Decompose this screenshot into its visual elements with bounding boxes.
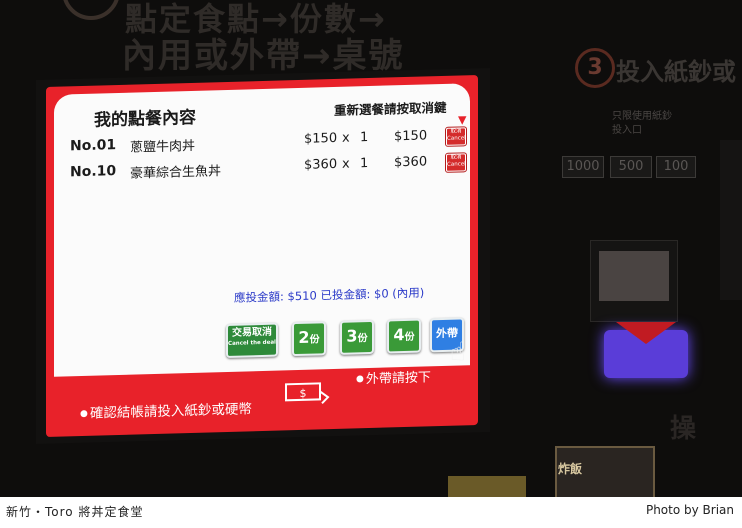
photo-caption: 新竹・Toro 將丼定食堂: [6, 505, 144, 519]
ticket-outlet: [448, 476, 526, 497]
machine-side-strip: [720, 140, 742, 300]
bill-slot-label-line-2: 投入口: [612, 125, 642, 136]
takeout-hint: ● 外帶請按下: [356, 366, 431, 387]
order-number: No.01: [70, 137, 117, 155]
bill-slot-window: [599, 251, 669, 301]
fried-rice-label: 炸飯: [558, 462, 583, 476]
insert-arrow-icon: [616, 322, 676, 344]
qty-2-button[interactable]: 2份: [292, 321, 326, 357]
reselect-hint: 重新選餐請按取消鍵: [334, 99, 447, 118]
order-qty: 1: [360, 156, 369, 172]
order-price: $360: [304, 156, 338, 173]
qty-3-number: 3: [346, 326, 358, 346]
bill-slot: [590, 240, 678, 322]
qty-4-button[interactable]: 4份: [387, 318, 421, 354]
dine-mode: (內用): [392, 285, 425, 301]
bullet-icon: ●: [80, 408, 88, 420]
cancel-item-label-en: Cancel: [447, 161, 466, 168]
order-name: 蔥鹽牛肉丼: [130, 138, 196, 156]
bill-slot-label: 只限使用紙鈔 投入口: [612, 110, 672, 138]
amount-line: 應投金額: $510 已投金額: $0 (內用): [234, 284, 424, 305]
bill-1000: 1000: [562, 156, 604, 178]
order-qty: 1: [360, 130, 369, 146]
qty-unit: 份: [357, 333, 368, 345]
amount-paid-label: 已投金額:: [320, 286, 371, 303]
cancel-deal-button[interactable]: 交易取消 Cancel the deal: [226, 322, 278, 359]
kiosk-screen: 我的點餐內容 重新選餐請按取消鍵 ▼ No.01 蔥鹽牛肉丼 $150 x 1 …: [46, 74, 478, 438]
confirm-hint-text: 確認結帳請投入紙鈔或硬幣: [89, 401, 252, 422]
order-multiply: x: [342, 156, 350, 172]
qty-4-number: 4: [393, 325, 405, 345]
step-3-circle: 3: [575, 48, 615, 88]
svg-text:$: $: [300, 387, 307, 400]
qty-2-number: 2: [298, 327, 310, 347]
photo-credit: Photo by Brian: [645, 503, 734, 517]
step-2-circle: [62, 0, 120, 20]
order-number: No.10: [70, 163, 117, 181]
qty-3-button[interactable]: 3份: [340, 319, 374, 355]
takeout-hint-text: 外帶請按下: [365, 370, 431, 388]
instruction-band: ● 外帶請按下 $ ● 確認結帳請投入紙鈔或硬幣: [54, 365, 470, 437]
bullet-icon: ●: [356, 374, 364, 385]
signage-step-4: 操: [670, 414, 697, 444]
order-name: 豪華綜合生魚丼: [130, 164, 222, 182]
cancel-item-label-en: Cancel: [447, 135, 466, 142]
order-title: 我的點餐內容: [94, 107, 196, 131]
order-total: $360: [394, 154, 428, 171]
cancel-item-button[interactable]: 取消 Cancel: [446, 127, 466, 146]
bill-500: 500: [610, 156, 652, 178]
signage-line-2: 內用或外帶→桌號: [122, 36, 405, 76]
order-price: $150: [304, 130, 338, 147]
qty-unit: 份: [404, 331, 415, 344]
hand-pointer-icon: ☝: [450, 337, 466, 368]
signage-step-3: 投入紙鈔或: [616, 58, 736, 86]
bill-slot-label-line-1: 只限使用紙鈔: [612, 111, 672, 122]
amount-due-label: 應投金額:: [234, 289, 284, 305]
cancel-deal-label-en: Cancel the deal: [228, 339, 276, 347]
order-total: $150: [394, 128, 428, 145]
cancel-deal-label: 交易取消: [232, 326, 272, 339]
amount-due: $510: [287, 288, 317, 304]
cancel-item-button[interactable]: 取消 Cancel: [446, 153, 466, 172]
bill-100: 100: [656, 156, 696, 178]
confirm-hint: ● 確認結帳請投入紙鈔或硬幣: [80, 397, 252, 422]
qty-unit: 份: [309, 334, 320, 346]
kiosk-photo: 點定食點→份數→ 內用或外帶→桌號 3 投入紙鈔或 只限使用紙鈔 投入口 100…: [0, 0, 742, 497]
amount-paid: $0: [374, 286, 389, 301]
order-panel: 我的點餐內容 重新選餐請按取消鍵 ▼ No.01 蔥鹽牛肉丼 $150 x 1 …: [54, 83, 470, 377]
arrow-down-icon: ▼: [458, 113, 467, 127]
cash-insert-icon: $: [285, 382, 330, 405]
photo-footer: 新竹・Toro 將丼定食堂 Photo by Brian: [0, 497, 742, 528]
order-multiply: x: [342, 130, 350, 146]
